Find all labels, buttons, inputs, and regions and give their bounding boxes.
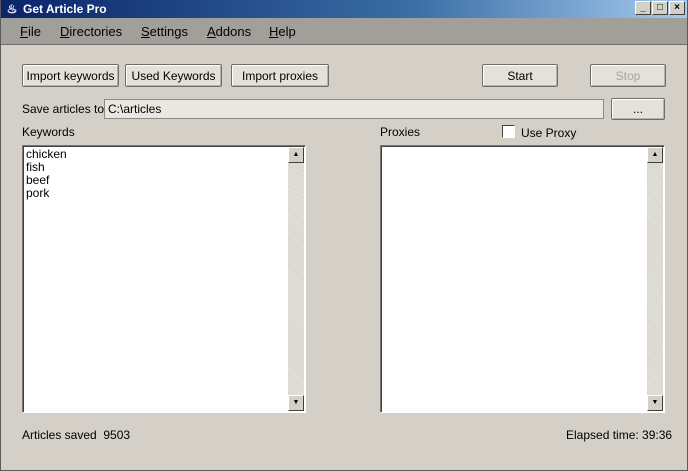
menu-directories-label: irectories [69,24,123,39]
import-keywords-button[interactable]: Import keywords [22,64,119,87]
menu-bar: File Directories Settings Addons Help [1,18,687,45]
used-keywords-button[interactable]: Used Keywords [125,64,222,87]
menu-help-accel: H [269,24,279,39]
list-item[interactable]: fish [25,161,287,174]
menu-help[interactable]: Help [269,24,296,39]
proxies-label: Proxies [380,125,421,139]
save-path-field[interactable]: C:\articles [104,99,604,119]
list-item[interactable]: chicken [25,148,287,161]
proxies-list[interactable]: ▲ ▼ [380,145,665,413]
articles-saved-label: Articles saved [22,428,97,442]
start-button[interactable]: Start [482,64,558,87]
import-proxies-button[interactable]: Import proxies [231,64,329,87]
keywords-label: Keywords [22,125,75,139]
scroll-down-arrow-icon[interactable]: ▼ [647,395,663,411]
use-proxy-checkbox[interactable] [502,125,515,138]
minimize-button[interactable]: _ [635,1,651,15]
keywords-list[interactable]: chicken fish beef pork ▲ ▼ [22,145,306,413]
stop-button[interactable]: Stop [590,64,666,87]
menu-addons-accel: A [207,24,216,39]
menu-settings-accel: S [141,24,150,39]
scroll-up-arrow-icon[interactable]: ▲ [647,147,663,163]
keywords-scrollbar[interactable]: ▲ ▼ [288,147,304,411]
menu-file[interactable]: File [20,24,41,39]
menu-help-label: elp [278,24,296,39]
menu-settings-label: ettings [149,24,188,39]
app-window: ♨ Get Article Pro _ □ × File Directories… [0,0,688,471]
menu-addons-label: ddons [215,24,252,39]
scroll-down-arrow-icon[interactable]: ▼ [288,395,304,411]
title-bar[interactable]: ♨ Get Article Pro _ □ × [1,0,687,18]
articles-saved-status: Articles saved 9503 [22,428,130,442]
elapsed-time-label: Elapsed time: [566,428,639,442]
elapsed-time-value: 39:36 [642,428,673,442]
proxies-scrollbar[interactable]: ▲ ▼ [647,147,663,411]
menu-directories[interactable]: Directories [60,24,122,39]
menu-file-label: ile [27,24,41,39]
elapsed-time-status: Elapsed time: 39:36 [566,428,672,442]
menu-directories-accel: D [60,24,70,39]
browse-button[interactable]: ... [611,98,665,120]
menu-file-accel: F [20,24,28,39]
maximize-button[interactable]: □ [652,1,668,15]
app-icon: ♨ [6,2,18,16]
menu-settings[interactable]: Settings [141,24,188,39]
menu-addons[interactable]: Addons [207,24,251,39]
list-item[interactable]: pork [25,187,287,200]
keywords-items: chicken fish beef pork [25,148,287,200]
use-proxy-label[interactable]: Use Proxy [521,126,576,140]
save-articles-label: Save articles to [22,102,105,116]
articles-saved-count: 9503 [103,428,131,442]
close-button[interactable]: × [669,1,685,15]
window-title: Get Article Pro [23,2,107,16]
scroll-up-arrow-icon[interactable]: ▲ [288,147,304,163]
list-item[interactable]: beef [25,174,287,187]
